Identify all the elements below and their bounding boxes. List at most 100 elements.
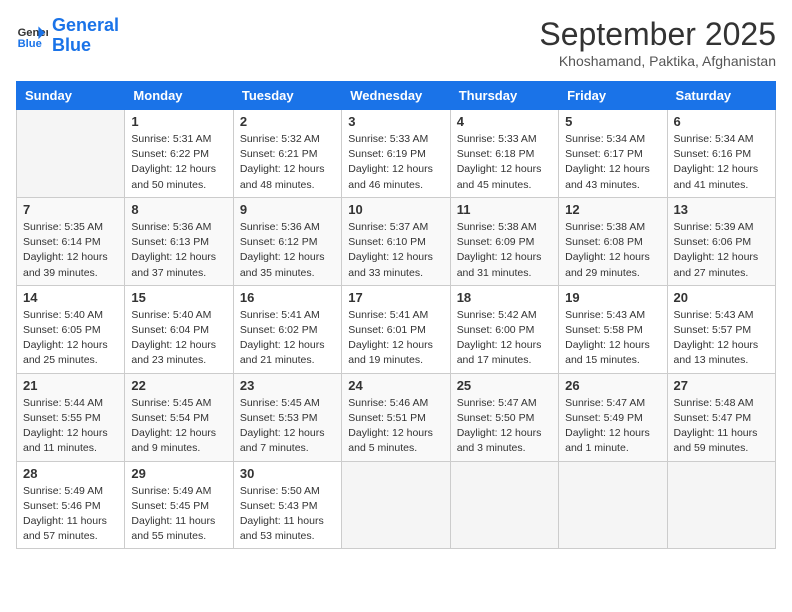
day-number: 29 [131, 466, 226, 481]
day-info: Sunrise: 5:38 AMSunset: 6:08 PMDaylight:… [565, 220, 660, 281]
day-info: Sunrise: 5:43 AMSunset: 5:58 PMDaylight:… [565, 308, 660, 369]
calendar-cell: 13Sunrise: 5:39 AMSunset: 6:06 PMDayligh… [667, 197, 775, 285]
day-number: 16 [240, 290, 335, 305]
calendar-cell: 19 Sunrise: 5:43 AMSunset: 5:58 PMDayligh… [559, 285, 667, 373]
calendar-cell: 25 Sunrise: 5:47 AMSunset: 5:50 PMDayligh… [450, 373, 558, 461]
day-number: 23 [240, 378, 335, 393]
calendar-cell: 21 Sunrise: 5:44 AMSunset: 5:55 PMDayligh… [17, 373, 125, 461]
day-number: 7 [23, 202, 118, 217]
title-area: September 2025 Khoshamand, Paktika, Afgh… [539, 16, 776, 69]
day-info: Sunrise: 5:40 AMSunset: 6:04 PMDaylight:… [131, 308, 226, 369]
col-header-wednesday: Wednesday [342, 82, 450, 110]
day-number: 15 [131, 290, 226, 305]
day-number: 30 [240, 466, 335, 481]
calendar-cell [667, 461, 775, 549]
day-number: 10 [348, 202, 443, 217]
day-info: Sunrise: 5:34 AMSunset: 6:17 PMDaylight:… [565, 132, 660, 193]
day-number: 22 [131, 378, 226, 393]
day-info: Sunrise: 5:42 AMSunset: 6:00 PMDaylight:… [457, 308, 552, 369]
calendar-cell [342, 461, 450, 549]
day-info: Sunrise: 5:39 AMSunset: 6:06 PMDaylight:… [674, 220, 769, 281]
day-info: Sunrise: 5:41 AMSunset: 6:01 PMDaylight:… [348, 308, 443, 369]
calendar-cell: 11 Sunrise: 5:38 AMSunset: 6:09 PMDayligh… [450, 197, 558, 285]
day-number: 3 [348, 114, 443, 129]
day-info: Sunrise: 5:33 AMSunset: 6:18 PMDaylight:… [457, 132, 552, 193]
day-info: Sunrise: 5:33 AMSunset: 6:19 PMDaylight:… [348, 132, 443, 193]
calendar-cell [17, 110, 125, 198]
calendar-header-row: SundayMondayTuesdayWednesdayThursdayFrid… [17, 82, 776, 110]
day-info: Sunrise: 5:44 AMSunset: 5:55 PMDaylight:… [23, 396, 118, 457]
day-number: 21 [23, 378, 118, 393]
day-number: 1 [131, 114, 226, 129]
day-number: 2 [240, 114, 335, 129]
day-info: Sunrise: 5:47 AMSunset: 5:50 PMDaylight:… [457, 396, 552, 457]
day-number: 20 [674, 290, 769, 305]
calendar-table: SundayMondayTuesdayWednesdayThursdayFrid… [16, 81, 776, 549]
day-number: 6 [674, 114, 769, 129]
day-number: 4 [457, 114, 552, 129]
calendar-cell: 15 Sunrise: 5:40 AMSunset: 6:04 PMDayligh… [125, 285, 233, 373]
logo-text-blue: Blue [52, 36, 119, 56]
calendar-body: 1 Sunrise: 5:31 AMSunset: 6:22 PMDaylight… [17, 110, 776, 549]
day-number: 9 [240, 202, 335, 217]
calendar-cell [559, 461, 667, 549]
day-info: Sunrise: 5:47 AMSunset: 5:49 PMDaylight:… [565, 396, 660, 457]
calendar-cell: 20 Sunrise: 5:43 AMSunset: 5:57 PMDayligh… [667, 285, 775, 373]
day-number: 27 [674, 378, 769, 393]
logo-text-general: General [52, 16, 119, 36]
calendar-cell: 8 Sunrise: 5:36 AMSunset: 6:13 PMDaylight… [125, 197, 233, 285]
day-number: 28 [23, 466, 118, 481]
calendar-cell: 27 Sunrise: 5:48 AMSunset: 5:47 PMDayligh… [667, 373, 775, 461]
calendar-cell: 9 Sunrise: 5:36 AMSunset: 6:12 PMDaylight… [233, 197, 341, 285]
calendar-week-row: 28Sunrise: 5:49 AMSunset: 5:46 PMDayligh… [17, 461, 776, 549]
calendar-cell: 23Sunrise: 5:45 AMSunset: 5:53 PMDayligh… [233, 373, 341, 461]
day-number: 14 [23, 290, 118, 305]
calendar-cell: 4 Sunrise: 5:33 AMSunset: 6:18 PMDaylight… [450, 110, 558, 198]
calendar-cell [450, 461, 558, 549]
month-title: September 2025 [539, 16, 776, 53]
calendar-cell: 10 Sunrise: 5:37 AMSunset: 6:10 PMDayligh… [342, 197, 450, 285]
day-info: Sunrise: 5:31 AMSunset: 6:22 PMDaylight:… [131, 132, 226, 193]
day-number: 25 [457, 378, 552, 393]
col-header-monday: Monday [125, 82, 233, 110]
day-number: 5 [565, 114, 660, 129]
day-info: Sunrise: 5:48 AMSunset: 5:47 PMDaylight:… [674, 396, 769, 457]
svg-text:Blue: Blue [18, 38, 42, 50]
day-number: 8 [131, 202, 226, 217]
day-number: 24 [348, 378, 443, 393]
day-number: 11 [457, 202, 552, 217]
calendar-cell: 29Sunrise: 5:49 AMSunset: 5:45 PMDayligh… [125, 461, 233, 549]
calendar-cell: 2Sunrise: 5:32 AMSunset: 6:21 PMDaylight… [233, 110, 341, 198]
day-info: Sunrise: 5:41 AMSunset: 6:02 PMDaylight:… [240, 308, 335, 369]
day-number: 26 [565, 378, 660, 393]
calendar-cell: 12 Sunrise: 5:38 AMSunset: 6:08 PMDayligh… [559, 197, 667, 285]
calendar-cell: 7 Sunrise: 5:35 AMSunset: 6:14 PMDaylight… [17, 197, 125, 285]
calendar-cell: 6 Sunrise: 5:34 AMSunset: 6:16 PMDaylight… [667, 110, 775, 198]
col-header-saturday: Saturday [667, 82, 775, 110]
col-header-thursday: Thursday [450, 82, 558, 110]
day-info: Sunrise: 5:36 AMSunset: 6:13 PMDaylight:… [131, 220, 226, 281]
day-info: Sunrise: 5:40 AMSunset: 6:05 PMDaylight:… [23, 308, 118, 369]
day-info: Sunrise: 5:38 AMSunset: 6:09 PMDaylight:… [457, 220, 552, 281]
calendar-cell: 22Sunrise: 5:45 AMSunset: 5:54 PMDayligh… [125, 373, 233, 461]
calendar-cell: 17Sunrise: 5:41 AMSunset: 6:01 PMDayligh… [342, 285, 450, 373]
col-header-sunday: Sunday [17, 82, 125, 110]
header: General Blue General Blue September 2025… [16, 16, 776, 69]
day-number: 19 [565, 290, 660, 305]
calendar-week-row: 7 Sunrise: 5:35 AMSunset: 6:14 PMDaylight… [17, 197, 776, 285]
calendar-week-row: 14 Sunrise: 5:40 AMSunset: 6:05 PMDayligh… [17, 285, 776, 373]
day-info: Sunrise: 5:35 AMSunset: 6:14 PMDaylight:… [23, 220, 118, 281]
calendar-cell: 3 Sunrise: 5:33 AMSunset: 6:19 PMDaylight… [342, 110, 450, 198]
day-info: Sunrise: 5:43 AMSunset: 5:57 PMDaylight:… [674, 308, 769, 369]
day-info: Sunrise: 5:34 AMSunset: 6:16 PMDaylight:… [674, 132, 769, 193]
calendar-cell: 30 Sunrise: 5:50 AMSunset: 5:43 PMDayligh… [233, 461, 341, 549]
col-header-tuesday: Tuesday [233, 82, 341, 110]
day-info: Sunrise: 5:36 AMSunset: 6:12 PMDaylight:… [240, 220, 335, 281]
day-info: Sunrise: 5:37 AMSunset: 6:10 PMDaylight:… [348, 220, 443, 281]
calendar-cell: 18Sunrise: 5:42 AMSunset: 6:00 PMDayligh… [450, 285, 558, 373]
logo: General Blue General Blue [16, 16, 119, 56]
logo-icon: General Blue [16, 20, 48, 52]
calendar-cell: 1 Sunrise: 5:31 AMSunset: 6:22 PMDaylight… [125, 110, 233, 198]
day-info: Sunrise: 5:50 AMSunset: 5:43 PMDaylight:… [240, 484, 335, 545]
day-number: 12 [565, 202, 660, 217]
